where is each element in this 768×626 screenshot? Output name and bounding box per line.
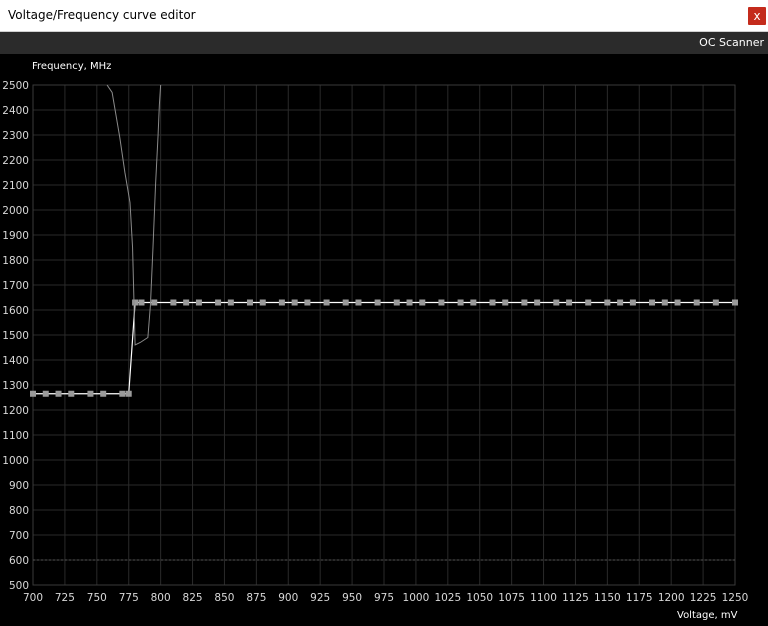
curve-point[interactable] bbox=[55, 390, 62, 397]
y-tick-label: 2100 bbox=[2, 180, 29, 192]
curve-point[interactable] bbox=[585, 299, 592, 306]
curve-point[interactable] bbox=[649, 299, 656, 306]
curve-point[interactable] bbox=[661, 299, 668, 306]
y-tick-label: 900 bbox=[9, 480, 29, 492]
curve-point[interactable] bbox=[151, 299, 158, 306]
x-tick-label: 925 bbox=[310, 592, 330, 604]
curve-point[interactable] bbox=[132, 299, 139, 306]
curve-point[interactable] bbox=[355, 299, 362, 306]
x-tick-label: 1075 bbox=[498, 592, 525, 604]
curve-point[interactable] bbox=[87, 390, 94, 397]
curve-point[interactable] bbox=[489, 299, 496, 306]
x-axis-label: Voltage, mV bbox=[677, 610, 738, 621]
curve-point[interactable] bbox=[246, 299, 253, 306]
curve-point[interactable] bbox=[553, 299, 560, 306]
curve-point[interactable] bbox=[227, 299, 234, 306]
x-tick-label: 825 bbox=[183, 592, 203, 604]
curve-point[interactable] bbox=[674, 299, 681, 306]
y-tick-label: 2300 bbox=[2, 130, 29, 142]
curve-point[interactable] bbox=[566, 299, 573, 306]
y-tick-label: 500 bbox=[9, 580, 29, 592]
curve-point[interactable] bbox=[170, 299, 177, 306]
y-tick-label: 1500 bbox=[2, 330, 29, 342]
curve-point[interactable] bbox=[712, 299, 719, 306]
curve-point[interactable] bbox=[304, 299, 311, 306]
curve-point[interactable] bbox=[259, 299, 266, 306]
curve-point[interactable] bbox=[323, 299, 330, 306]
curve-point[interactable] bbox=[68, 390, 75, 397]
curve-point[interactable] bbox=[617, 299, 624, 306]
x-tick-label: 875 bbox=[246, 592, 266, 604]
curve-point[interactable] bbox=[457, 299, 464, 306]
y-tick-label: 1300 bbox=[2, 380, 29, 392]
x-tick-label: 900 bbox=[278, 592, 298, 604]
curve-point[interactable] bbox=[604, 299, 611, 306]
curve-point[interactable] bbox=[125, 390, 132, 397]
y-tick-label: 1100 bbox=[2, 430, 29, 442]
curve-point[interactable] bbox=[342, 299, 349, 306]
curve-point[interactable] bbox=[30, 390, 36, 397]
x-tick-label: 1225 bbox=[690, 592, 717, 604]
curve-point[interactable] bbox=[534, 299, 541, 306]
x-tick-label: 700 bbox=[23, 592, 43, 604]
y-axis-label: Frequency, MHz bbox=[32, 61, 112, 72]
y-tick-label: 2500 bbox=[2, 80, 29, 92]
x-tick-label: 800 bbox=[151, 592, 171, 604]
y-tick-label: 2400 bbox=[2, 105, 29, 117]
x-tick-label: 950 bbox=[342, 592, 362, 604]
x-tick-label: 750 bbox=[87, 592, 107, 604]
curve-point[interactable] bbox=[215, 299, 222, 306]
curve-point[interactable] bbox=[119, 390, 126, 397]
curve-point[interactable] bbox=[629, 299, 636, 306]
curve-point[interactable] bbox=[693, 299, 700, 306]
curve-point[interactable] bbox=[100, 390, 107, 397]
x-tick-label: 775 bbox=[119, 592, 139, 604]
x-tick-label: 1250 bbox=[722, 592, 749, 604]
curve-point[interactable] bbox=[138, 299, 145, 306]
y-tick-label: 2200 bbox=[2, 155, 29, 167]
x-tick-label: 850 bbox=[214, 592, 234, 604]
curve-point[interactable] bbox=[502, 299, 509, 306]
x-tick-label: 1100 bbox=[530, 592, 557, 604]
y-tick-label: 800 bbox=[9, 505, 29, 517]
curve-point[interactable] bbox=[374, 299, 381, 306]
x-tick-label: 1150 bbox=[594, 592, 621, 604]
curve-point[interactable] bbox=[419, 299, 426, 306]
curve-point[interactable] bbox=[291, 299, 298, 306]
curve-point[interactable] bbox=[393, 299, 400, 306]
chart-grid bbox=[32, 84, 736, 586]
curve-point[interactable] bbox=[183, 299, 190, 306]
curve-point[interactable] bbox=[438, 299, 445, 306]
y-tick-label: 2000 bbox=[2, 205, 29, 217]
y-tick-label: 700 bbox=[9, 530, 29, 542]
y-tick-label: 1600 bbox=[2, 305, 29, 317]
y-tick-label: 600 bbox=[9, 555, 29, 567]
curve-point[interactable] bbox=[521, 299, 528, 306]
x-tick-label: 1050 bbox=[466, 592, 493, 604]
curve-point[interactable] bbox=[406, 299, 413, 306]
x-tick-label: 1125 bbox=[562, 592, 589, 604]
x-tick-label: 1175 bbox=[626, 592, 653, 604]
x-tick-label: 725 bbox=[55, 592, 75, 604]
x-tick-label: 1200 bbox=[658, 592, 685, 604]
x-tick-label: 975 bbox=[374, 592, 394, 604]
curve-point[interactable] bbox=[278, 299, 285, 306]
y-tick-label: 1000 bbox=[2, 455, 29, 467]
x-tick-label: 1000 bbox=[403, 592, 430, 604]
vf-curve-chart[interactable]: 700 725 750 775 800 825 850 875 900 925 950 975 1000… bbox=[0, 0, 768, 626]
curve-point[interactable] bbox=[732, 299, 738, 306]
y-tick-label: 1900 bbox=[2, 230, 29, 242]
curve-point[interactable] bbox=[42, 390, 49, 397]
curve-point[interactable] bbox=[195, 299, 202, 306]
y-tick-label: 1800 bbox=[2, 255, 29, 267]
x-tick-label: 1025 bbox=[434, 592, 461, 604]
y-tick-label: 1400 bbox=[2, 355, 29, 367]
curve-point[interactable] bbox=[470, 299, 477, 306]
y-tick-label: 1200 bbox=[2, 405, 29, 417]
y-tick-label: 1700 bbox=[2, 280, 29, 292]
